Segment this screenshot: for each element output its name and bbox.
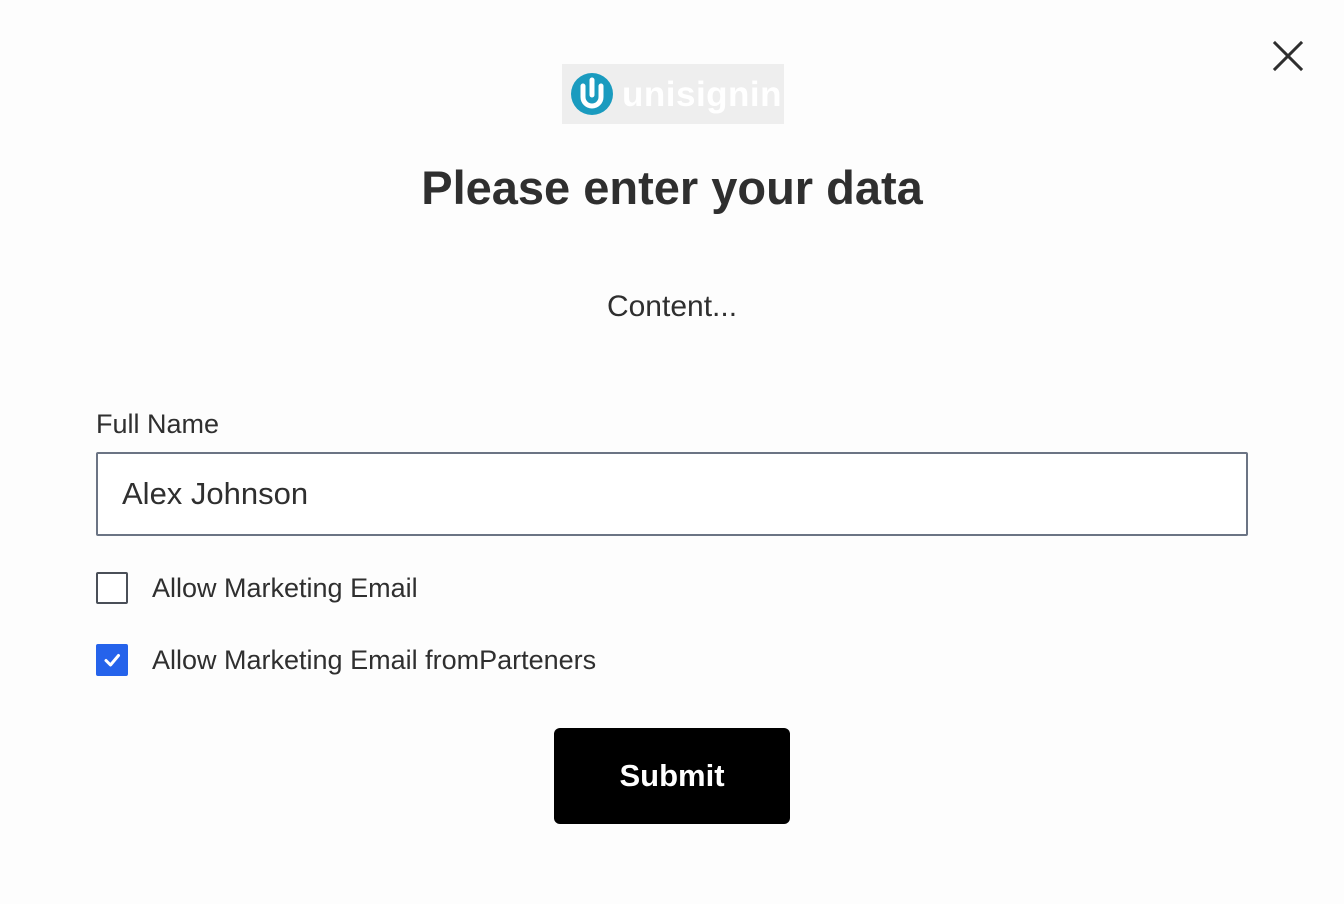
full-name-label: Full Name: [96, 409, 220, 439]
unisignin-logo-icon: [571, 73, 613, 115]
close-icon: [1272, 40, 1304, 72]
logo-text: unisignin: [622, 74, 783, 114]
marketing-email-label: Allow Marketing Email: [152, 573, 418, 603]
partner-marketing-email-option[interactable]: Allow Marketing Email fromParteners: [96, 644, 596, 676]
partner-marketing-email-label: Allow Marketing Email fromParteners: [152, 645, 597, 675]
dialog: unisignin Please enter your data Content…: [0, 0, 1344, 904]
checkmark-icon: [104, 654, 120, 667]
marketing-email-checkbox[interactable]: [96, 572, 128, 604]
page-title: Please enter your data: [421, 161, 923, 214]
content-text: Content...: [606, 290, 738, 323]
partner-marketing-email-checkbox[interactable]: [96, 644, 128, 676]
full-name-input[interactable]: [96, 452, 1248, 536]
marketing-email-option[interactable]: Allow Marketing Email: [96, 572, 418, 604]
submit-button[interactable]: Submit: [554, 728, 790, 824]
close-button[interactable]: [1268, 36, 1308, 76]
unisignin-logo: unisignin: [562, 64, 784, 124]
